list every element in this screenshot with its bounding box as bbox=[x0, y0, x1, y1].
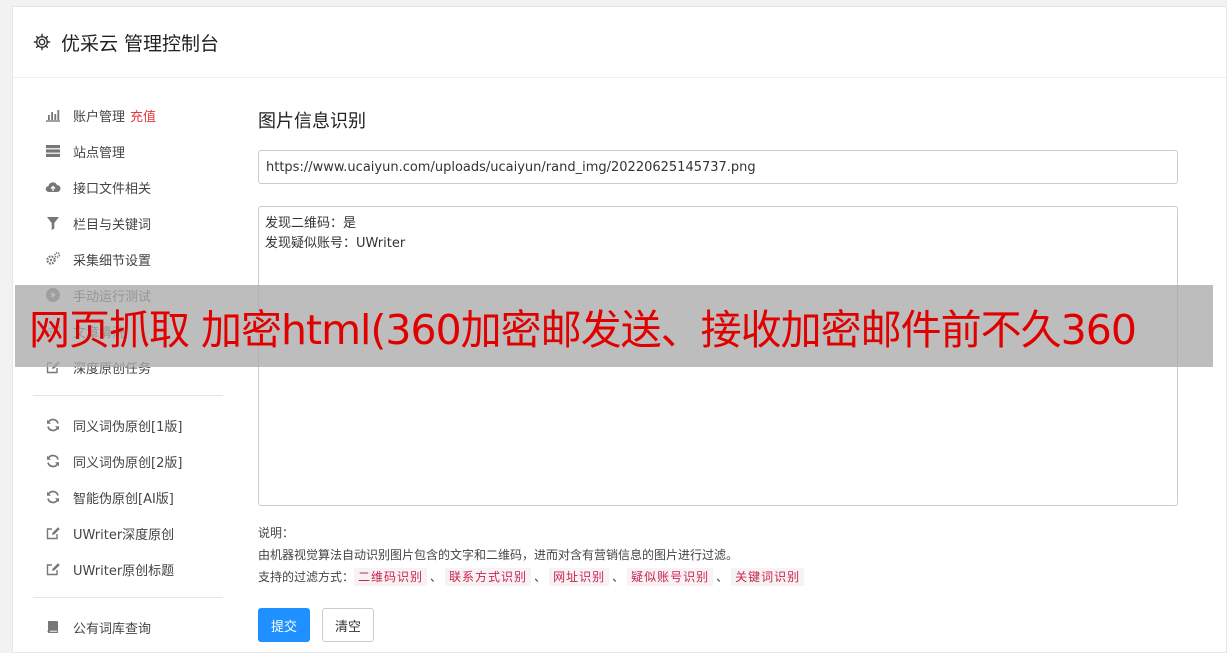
sidebar-item-group1-3[interactable]: 栏目与关键词 bbox=[33, 205, 223, 241]
cloud-upload-icon bbox=[45, 179, 61, 195]
header: 优采云 管理控制台 bbox=[13, 7, 1226, 78]
refresh-icon bbox=[45, 417, 61, 433]
sidebar-item-group2-1[interactable]: 同义词伪原创[2版] bbox=[33, 443, 223, 479]
filter-separator: 、 bbox=[612, 570, 625, 584]
section-title: 图片信息识别 bbox=[258, 111, 366, 132]
bar-chart-icon bbox=[45, 107, 61, 123]
sidebar-item-label: 同义词伪原创[1版] bbox=[73, 419, 183, 435]
filter-label: 支持的过滤方式： bbox=[258, 570, 355, 584]
sidebar: 账户管理充值站点管理接口文件相关栏目与关键词采集细节设置手动运行测试文章清洗深度… bbox=[33, 97, 223, 645]
refresh-icon bbox=[45, 489, 61, 505]
image-url-input[interactable] bbox=[258, 150, 1178, 184]
filter-tag: 网址识别 bbox=[549, 568, 610, 586]
filter-tag: 关键词识别 bbox=[731, 568, 805, 586]
book-icon bbox=[45, 619, 61, 635]
filter-icon bbox=[45, 215, 61, 231]
page-title: 优采云 管理控制台 bbox=[61, 32, 220, 55]
note-title: 说明： bbox=[258, 526, 295, 540]
sidebar-item-label: 站点管理 bbox=[73, 145, 126, 161]
submit-button[interactable]: 提交 bbox=[258, 608, 311, 642]
filter-tag: 二维码识别 bbox=[354, 568, 428, 586]
filter-separator: 、 bbox=[534, 570, 547, 584]
sidebar-item-group3-0[interactable]: 公有词库查询 bbox=[33, 609, 223, 645]
sidebar-item-group1-4[interactable]: 采集细节设置 bbox=[33, 241, 223, 277]
filter-tag: 联系方式识别 bbox=[445, 568, 532, 586]
filter-separator: 、 bbox=[716, 570, 729, 584]
sidebar-item-label: 栏目与关键词 bbox=[73, 217, 152, 233]
button-row: 提交 清空 bbox=[258, 608, 1178, 642]
edit-icon bbox=[45, 561, 61, 577]
edit-icon bbox=[45, 525, 61, 541]
sidebar-item-label: 同义词伪原创[2版] bbox=[73, 455, 183, 471]
sidebar-group-dictionary: 公有词库查询 bbox=[33, 609, 223, 645]
filter-separator: 、 bbox=[430, 570, 443, 584]
main-content: 图片信息识别 发现二维码：是 发现疑似账号：UWriter 说明： 由机器视觉算… bbox=[258, 107, 1178, 642]
sidebar-group-rewrite: 同义词伪原创[1版] 同义词伪原创[2版] 智能伪原创[AI版] UWriter深度原… bbox=[33, 407, 223, 587]
server-icon bbox=[45, 143, 61, 159]
note-desc: 由机器视觉算法自动识别图片包含的文字和二维码，进而对含有营销信息的图片进行过滤。 bbox=[258, 548, 739, 562]
sidebar-item-group2-3[interactable]: UWriter深度原创 bbox=[33, 515, 223, 551]
sidebar-item-label: 公有词库查询 bbox=[73, 621, 152, 637]
sidebar-item-label: 智能伪原创[AI版] bbox=[73, 491, 174, 507]
gears-icon bbox=[45, 251, 61, 267]
divider bbox=[33, 395, 223, 396]
sidebar-item-group1-1[interactable]: 站点管理 bbox=[33, 133, 223, 169]
filter-tag: 疑似账号识别 bbox=[627, 568, 714, 586]
sidebar-item-label: UWriter深度原创 bbox=[73, 527, 175, 543]
sidebar-item-group2-0[interactable]: 同义词伪原创[1版] bbox=[33, 407, 223, 443]
banner-text: 网页抓取 加密html(360加密邮发送、接收加密邮件前不久360 bbox=[29, 306, 1137, 354]
clear-button[interactable]: 清空 bbox=[322, 608, 375, 642]
sidebar-item-group1-0[interactable]: 账户管理 充值 bbox=[33, 97, 223, 133]
sidebar-item-group1-2[interactable]: 接口文件相关 bbox=[33, 169, 223, 205]
sidebar-item-group2-4[interactable]: UWriter原创标题 bbox=[33, 551, 223, 587]
divider bbox=[33, 597, 223, 598]
sidebar-item-label: UWriter原创标题 bbox=[73, 563, 175, 579]
sidebar-item-group2-2[interactable]: 智能伪原创[AI版] bbox=[33, 479, 223, 515]
description: 说明： 由机器视觉算法自动识别图片包含的文字和二维码，进而对含有营销信息的图片进… bbox=[258, 522, 1178, 588]
watermark-banner: 网页抓取 加密html(360加密邮发送、接收加密邮件前不久360 bbox=[15, 285, 1213, 367]
sidebar-item-label: 采集细节设置 bbox=[73, 253, 152, 269]
sidebar-item-label: 接口文件相关 bbox=[73, 181, 152, 197]
sidebar-item-label: 账户管理 bbox=[73, 109, 126, 125]
filter-row: 支持的过滤方式： 二维码识别、联系方式识别、网址识别、疑似账号识别、关键词识别 bbox=[258, 566, 1178, 588]
recharge-link[interactable]: 充值 bbox=[130, 106, 156, 125]
refresh-icon bbox=[45, 453, 61, 469]
gear-icon bbox=[33, 33, 51, 51]
